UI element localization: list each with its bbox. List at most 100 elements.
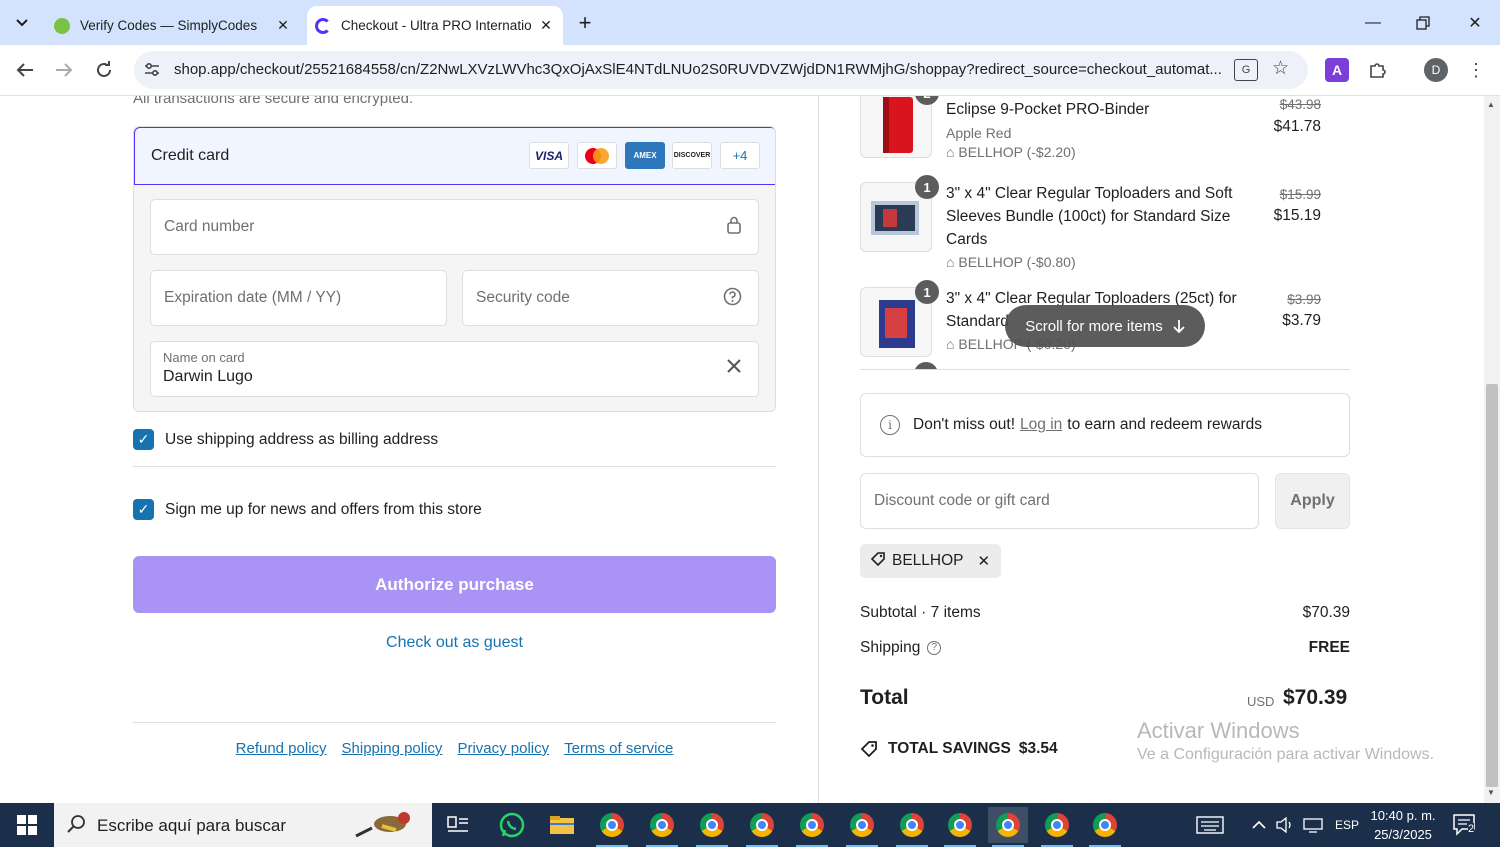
reload-button[interactable]: [89, 55, 119, 85]
help-question-icon[interactable]: [723, 287, 742, 311]
mastercard-logo-icon: [577, 142, 617, 169]
chrome-profile-9-icon[interactable]: [1037, 807, 1077, 847]
remove-discount-icon[interactable]: ✕: [978, 552, 991, 570]
notifications-icon[interactable]: 2: [1452, 813, 1478, 837]
tab-strip: Verify Codes — SimplyCodes ✕ Checkout - …: [0, 0, 1500, 45]
windows-logo-icon: [17, 815, 37, 835]
item-name: Eclipse 9-Pocket PRO-Binder: [946, 101, 1150, 118]
browser-toolbar: shop.app/checkout/25521684558/cn/Z2NwLXV…: [0, 45, 1500, 96]
new-tab-button[interactable]: +: [572, 10, 598, 36]
original-price: $43.98: [1279, 97, 1321, 112]
volume-icon[interactable]: [1276, 803, 1294, 847]
chrome-profile-3-icon[interactable]: [692, 807, 732, 847]
chrome-profile-10-icon[interactable]: [1085, 807, 1125, 847]
card-number-field[interactable]: Card number: [150, 199, 759, 255]
clear-field-icon[interactable]: [726, 358, 742, 379]
restore-icon: [1416, 15, 1430, 30]
whatsapp-icon[interactable]: [492, 807, 532, 843]
scroll-up-arrow-icon[interactable]: ▲: [1487, 100, 1495, 109]
total-amount: $70.39: [1283, 686, 1348, 709]
refund-policy-link[interactable]: Refund policy: [236, 740, 327, 757]
minimize-button[interactable]: —: [1348, 0, 1398, 45]
info-icon: i: [880, 415, 900, 435]
start-button[interactable]: [0, 803, 54, 847]
checkout-page: All transactions are secure and encrypte…: [0, 96, 1484, 803]
credit-card-option[interactable]: Credit card VISA AMEX DISCOVER +4: [134, 127, 775, 185]
reload-icon: [97, 61, 111, 77]
chrome-profile-2-icon[interactable]: [642, 807, 682, 847]
chrome-profile-1-icon[interactable]: [592, 807, 632, 847]
expiration-placeholder: Expiration date (MM / YY): [164, 289, 342, 306]
scroll-down-arrow-icon[interactable]: ▼: [1487, 788, 1495, 797]
item-name: 3" x 4" Clear Regular Toploaders and Sof…: [946, 185, 1233, 248]
tab-search-button[interactable]: [8, 9, 36, 37]
apply-discount-button[interactable]: Apply: [1275, 473, 1350, 529]
close-window-button[interactable]: ✕: [1450, 0, 1500, 45]
chrome-profile-7-icon[interactable]: [892, 807, 932, 847]
divider: [133, 466, 776, 467]
scroll-for-more-items-button[interactable]: Scroll for more items: [1005, 305, 1205, 347]
total-savings: TOTAL SAVINGS $3.54: [860, 740, 1058, 758]
chrome-profile-active-icon[interactable]: [988, 807, 1028, 847]
billing-same-checkbox-row[interactable]: ✓ Use shipping address as billing addres…: [133, 429, 438, 450]
taskbar-search-placeholder: Escribe aquí para buscar: [97, 816, 286, 835]
page-scrollbar[interactable]: ▲ ▼: [1484, 96, 1500, 803]
newsletter-checkbox-row[interactable]: ✓ Sign me up for news and offers from th…: [133, 499, 482, 520]
input-indicator-icon[interactable]: [1196, 803, 1224, 847]
subtotal-row: Subtotal · 7 items $70.39: [860, 604, 1350, 622]
more-menu-icon[interactable]: ⋮: [1464, 58, 1488, 82]
site-info-icon[interactable]: [142, 60, 162, 80]
checkbox-checked-icon[interactable]: ✓: [133, 429, 154, 450]
shipping-policy-link[interactable]: Shipping policy: [342, 740, 443, 757]
chrome-profile-4-icon[interactable]: [742, 807, 782, 847]
bookmark-star-icon[interactable]: ☆: [1272, 57, 1289, 80]
arrow-down-icon: [1173, 320, 1185, 333]
help-question-icon[interactable]: ?: [927, 640, 942, 655]
close-tab-icon[interactable]: ✕: [272, 15, 294, 37]
applied-discount-chip: BELLHOP ✕: [860, 544, 1001, 578]
network-icon[interactable]: [1303, 803, 1323, 847]
checkout-as-guest-link[interactable]: Check out as guest: [133, 634, 776, 652]
checkbox-checked-icon[interactable]: ✓: [133, 499, 154, 520]
tab-checkout[interactable]: Checkout - Ultra PRO Internatio ✕: [307, 6, 563, 45]
total-label: Total: [860, 686, 909, 709]
restore-button[interactable]: [1398, 0, 1448, 45]
translate-icon[interactable]: G: [1234, 59, 1258, 81]
chrome-profile-5-icon[interactable]: [792, 807, 832, 847]
file-explorer-icon[interactable]: [542, 807, 582, 843]
chrome-profile-6-icon[interactable]: [842, 807, 882, 847]
windows-taskbar: Escribe aquí para buscar ESP 10:40 p. m.…: [0, 803, 1500, 847]
extension-a-icon[interactable]: A: [1325, 58, 1349, 82]
chrome-profile-8-icon[interactable]: [940, 807, 980, 847]
item-discount: ⌂ BELLHOP (-$0.80): [946, 254, 1076, 270]
savings-value: $3.54: [1018, 740, 1058, 757]
language-indicator[interactable]: ESP: [1335, 803, 1359, 847]
tab-simplycodes[interactable]: Verify Codes — SimplyCodes ✕: [46, 6, 300, 45]
task-view-icon[interactable]: [438, 807, 478, 843]
authorize-purchase-button[interactable]: Authorize purchase: [133, 556, 776, 613]
more-cards-badge: +4: [720, 142, 760, 169]
name-on-card-field[interactable]: Name on card Darwin Lugo: [150, 341, 759, 397]
privacy-policy-link[interactable]: Privacy policy: [457, 740, 549, 757]
show-hidden-icons-chevron-up-icon[interactable]: [1252, 803, 1266, 847]
forward-button[interactable]: [49, 55, 79, 85]
tag-icon: [870, 551, 886, 571]
address-bar[interactable]: shop.app/checkout/25521684558/cn/Z2NwLXV…: [134, 51, 1308, 89]
login-link[interactable]: Log in: [1020, 416, 1062, 434]
discounted-price: $3.79: [1282, 312, 1321, 329]
taskbar-search[interactable]: Escribe aquí para buscar: [54, 803, 432, 847]
close-tab-icon[interactable]: ✕: [535, 15, 557, 37]
taskbar-clock[interactable]: 10:40 p. m. 25/3/2025: [1362, 806, 1444, 844]
terms-of-service-link[interactable]: Terms of service: [564, 740, 673, 757]
extensions-puzzle-icon[interactable]: [1366, 58, 1390, 82]
tag-icon: ⌂: [946, 144, 959, 160]
back-button[interactable]: [10, 55, 40, 85]
order-summary-panel: 2 Eclipse 9-Pocket PRO-Binder Apple Red …: [818, 96, 1484, 803]
name-on-card-label: Name on card: [163, 350, 245, 365]
discount-code-input[interactable]: Discount code or gift card: [860, 473, 1259, 529]
back-arrow-icon: [16, 63, 33, 77]
page-scrollbar-thumb[interactable]: [1486, 384, 1498, 787]
security-code-field[interactable]: Security code: [462, 270, 759, 326]
expiration-date-field[interactable]: Expiration date (MM / YY): [150, 270, 447, 326]
profile-avatar[interactable]: D: [1424, 58, 1448, 82]
